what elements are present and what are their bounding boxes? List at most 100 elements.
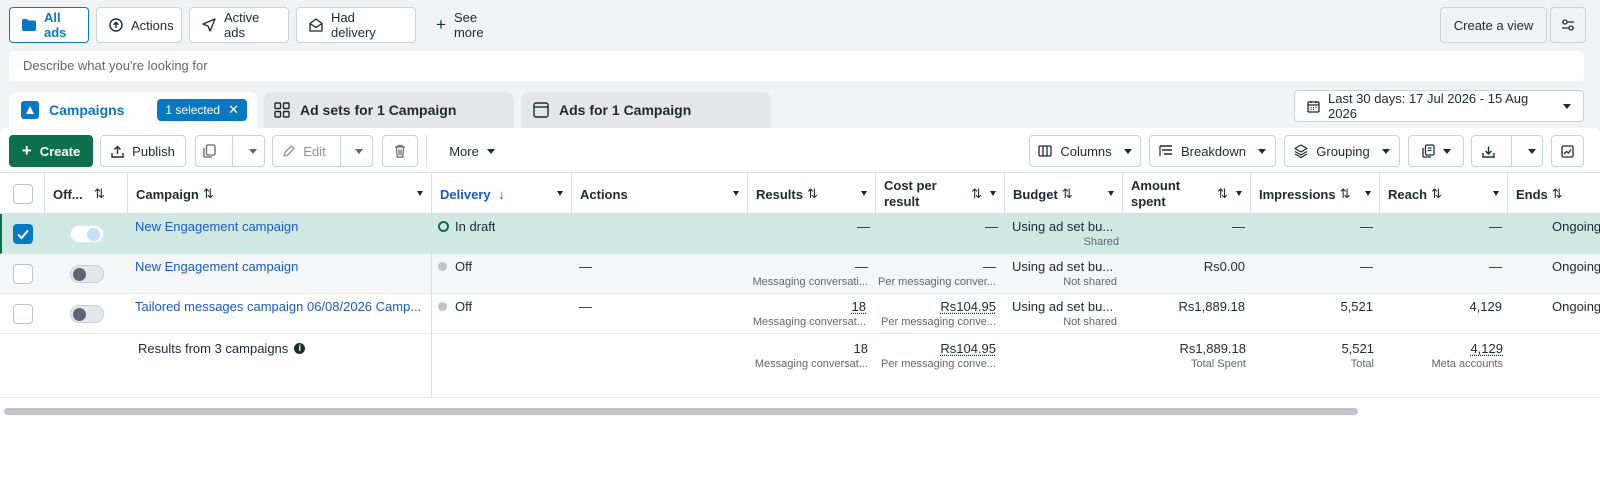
campaign-toggle[interactable] xyxy=(70,225,104,243)
chevron-down-icon[interactable] xyxy=(417,191,423,196)
filter-had-delivery[interactable]: Had delivery xyxy=(296,7,416,43)
cost-sub: Per messaging conve... xyxy=(876,316,996,328)
grouping-button-label: Grouping xyxy=(1316,144,1369,159)
checkmark-icon xyxy=(14,225,32,243)
duplicate-button[interactable] xyxy=(195,135,265,167)
header-delivery[interactable]: Delivery ↓ xyxy=(432,173,572,215)
summary-reach[interactable]: 4,129 xyxy=(1380,341,1503,356)
tab-campaigns[interactable]: Campaigns 1 selected ✕ xyxy=(9,92,257,128)
actions-value: — xyxy=(579,259,592,274)
impressions-value: — xyxy=(1253,219,1373,234)
filter-see-more-label: See more xyxy=(454,10,500,40)
chevron-down-icon[interactable] xyxy=(355,149,363,154)
chevron-down-icon[interactable] xyxy=(1493,191,1499,196)
status-dot-icon xyxy=(438,262,447,271)
select-all-checkbox[interactable] xyxy=(13,184,33,204)
header-results[interactable]: Results ⇅ xyxy=(748,173,876,215)
table-row[interactable]: Tailored messages campaign 06/08/2026 Ca… xyxy=(0,294,1600,334)
chevron-down-icon[interactable] xyxy=(249,149,257,154)
table-row[interactable]: New Engagement campaign In draft — — Usi… xyxy=(0,214,1600,254)
info-icon[interactable]: i xyxy=(294,343,305,354)
header-cost-per-result[interactable]: Cost per result ⇅ xyxy=(876,173,1005,215)
tab-ads[interactable]: Ads for 1 Campaign xyxy=(521,92,771,128)
breakdown-button[interactable]: Breakdown xyxy=(1149,135,1276,167)
sliders-icon xyxy=(1561,19,1575,31)
publish-button[interactable]: Publish xyxy=(100,135,186,167)
cost-value[interactable]: Rs104.95 xyxy=(876,299,996,314)
upload-icon xyxy=(111,145,124,158)
tab-ad-sets-label: Ad sets for 1 Campaign xyxy=(300,102,456,118)
filter-active-ads[interactable]: Active ads xyxy=(189,7,289,43)
chart-button[interactable] xyxy=(1551,135,1584,167)
row-checkbox[interactable] xyxy=(13,264,33,284)
header-off-on[interactable]: Off... ⇅ xyxy=(45,173,128,215)
more-button-label: More xyxy=(449,144,479,159)
filter-see-more[interactable]: + See more xyxy=(423,7,513,43)
sort-icon: ⇅ xyxy=(1431,186,1442,202)
search-input[interactable]: Describe what you're looking for xyxy=(9,51,1584,81)
grouping-button[interactable]: Grouping xyxy=(1284,135,1400,167)
delete-button[interactable] xyxy=(382,135,418,167)
edit-button[interactable]: Edit xyxy=(272,135,373,167)
chevron-down-icon[interactable] xyxy=(861,191,867,196)
table-row[interactable]: New Engagement campaign Off — — Messagin… xyxy=(0,254,1600,294)
columns-button[interactable]: Columns xyxy=(1029,135,1141,167)
header-amount-spent[interactable]: Amount spent ⇅ xyxy=(1123,173,1251,215)
chevron-down-icon[interactable] xyxy=(1108,191,1114,196)
view-settings-button[interactable] xyxy=(1550,7,1586,43)
header-campaign-label: Campaign xyxy=(136,187,199,202)
header-campaign[interactable]: Campaign ⇅ xyxy=(128,173,432,215)
results-value[interactable]: 18 xyxy=(748,299,866,314)
summary-row: Results from 3 campaigns i 18 Messaging … xyxy=(0,334,1600,398)
spent-value: Rs1,889.18 xyxy=(1123,299,1245,314)
chevron-down-icon[interactable] xyxy=(1528,149,1536,154)
header-select xyxy=(0,173,45,215)
chevron-down-icon[interactable] xyxy=(557,191,563,196)
selected-badge[interactable]: 1 selected ✕ xyxy=(157,99,247,121)
plus-icon: + xyxy=(22,141,32,161)
create-button[interactable]: + Create xyxy=(9,135,93,167)
row-checkbox[interactable] xyxy=(13,224,33,244)
calendar-icon xyxy=(1307,100,1320,113)
more-button[interactable]: More xyxy=(436,135,508,167)
ad-window-icon xyxy=(533,102,549,118)
filter-all-ads[interactable]: All ads xyxy=(9,7,89,43)
table-header: Off... ⇅ Campaign ⇅ Delivery ↓ Actions Re… xyxy=(0,172,1600,214)
spent-value: Rs0.00 xyxy=(1123,259,1245,274)
close-icon[interactable]: ✕ xyxy=(228,102,239,118)
row-checkbox[interactable] xyxy=(13,304,33,324)
horizontal-scrollbar[interactable] xyxy=(4,408,1358,415)
summary-impressions-sub: Total xyxy=(1251,358,1374,370)
tab-ad-sets[interactable]: Ad sets for 1 Campaign xyxy=(264,92,514,128)
header-reach[interactable]: Reach ⇅ xyxy=(1380,173,1508,215)
header-actions[interactable]: Actions xyxy=(572,173,748,215)
campaign-name-link[interactable]: New Engagement campaign xyxy=(135,259,425,274)
summary-results-sub: Messaging conversat... xyxy=(748,358,868,370)
header-budget[interactable]: Budget ⇅ xyxy=(1005,173,1123,215)
selected-badge-label: 1 selected xyxy=(165,103,220,117)
results-sub: Messaging conversati... xyxy=(748,276,868,288)
campaign-name-link[interactable]: Tailored messages campaign 06/08/2026 Ca… xyxy=(135,299,425,314)
results-value: — xyxy=(748,259,868,274)
chevron-down-icon[interactable] xyxy=(733,191,739,196)
delivery-status: Off xyxy=(438,259,472,274)
budget-sub: Shared xyxy=(1007,236,1119,248)
create-view-button[interactable]: Create a view xyxy=(1440,7,1547,43)
campaign-name-link[interactable]: New Engagement campaign xyxy=(135,219,425,234)
header-impressions[interactable]: Impressions ⇅ xyxy=(1251,173,1380,215)
chevron-down-icon[interactable] xyxy=(1236,191,1242,196)
chevron-down-icon[interactable] xyxy=(990,191,996,196)
campaign-toggle[interactable] xyxy=(70,265,104,283)
ends-value: Ongoing xyxy=(1552,299,1600,314)
sort-icon: ⇅ xyxy=(1062,186,1073,202)
chevron-down-icon xyxy=(1258,149,1266,154)
summary-cost[interactable]: Rs104.95 xyxy=(876,341,996,356)
chevron-down-icon[interactable] xyxy=(1365,191,1371,196)
header-ends[interactable]: Ends ⇅ xyxy=(1508,173,1600,215)
reports-button[interactable] xyxy=(1408,135,1464,167)
campaign-toggle[interactable] xyxy=(70,305,104,323)
divider xyxy=(340,136,341,166)
export-button[interactable] xyxy=(1471,135,1543,167)
date-range-picker[interactable]: Last 30 days: 17 Jul 2026 - 15 Aug 2026 xyxy=(1294,90,1584,122)
filter-actions[interactable]: Actions xyxy=(96,7,182,43)
